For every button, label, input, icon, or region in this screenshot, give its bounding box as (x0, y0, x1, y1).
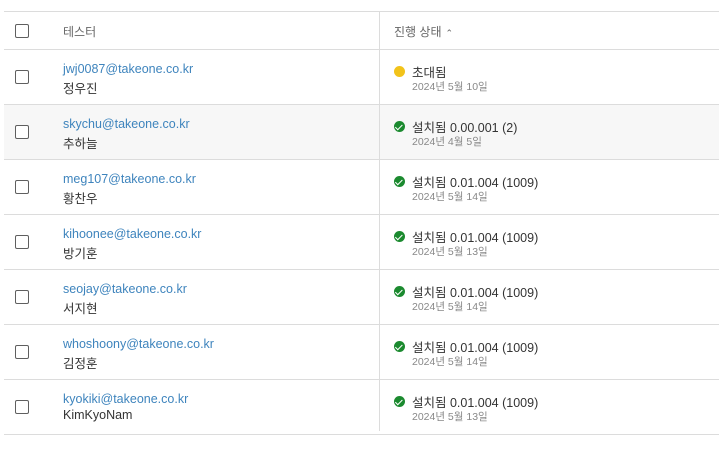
column-divider (379, 11, 380, 431)
column-header-status-label: 진행 상태 (394, 25, 442, 39)
row-checkbox[interactable] (15, 290, 29, 304)
row-checkbox[interactable] (15, 125, 29, 139)
table-row[interactable]: meg107@takeone.co.kr 황찬우 설치됨 0.01.004 (100… (4, 160, 719, 215)
status-date: 2024년 4월 5일 (412, 136, 482, 148)
tester-name: 김정훈 (63, 357, 98, 371)
select-all-checkbox[interactable] (15, 24, 29, 38)
table-body: jwj0087@takeone.co.kr 정우진 초대됨 2024년 5월 10일 s… (4, 50, 719, 435)
chevron-up-icon: ⌃ (445, 28, 454, 38)
tester-name: 황찬우 (63, 192, 98, 206)
table-row[interactable]: kyokiki@takeone.co.kr KimKyoNam 설치됨 0.01.0… (4, 380, 719, 435)
invited-dot-icon (394, 66, 405, 77)
status-date: 2024년 5월 10일 (412, 81, 488, 93)
table-row[interactable]: skychu@takeone.co.kr 추하늘 설치됨 0.00.001 (2) 2… (4, 105, 719, 160)
tester-name: KimKyoNam (63, 408, 133, 422)
tester-name: 정우진 (63, 82, 98, 96)
status-date: 2024년 5월 14일 (412, 191, 488, 203)
tester-email[interactable]: whoshoony@takeone.co.kr (63, 337, 214, 351)
check-circle-icon (394, 176, 405, 187)
row-checkbox[interactable] (15, 345, 29, 359)
row-checkbox[interactable] (15, 235, 29, 249)
table-row[interactable]: seojay@takeone.co.kr 서지현 설치됨 0.01.004 (100… (4, 270, 719, 325)
table-row[interactable]: jwj0087@takeone.co.kr 정우진 초대됨 2024년 5월 10일 (4, 50, 719, 105)
tester-email[interactable]: meg107@takeone.co.kr (63, 172, 196, 186)
table-row[interactable]: whoshoony@takeone.co.kr 김정훈 설치됨 0.01.004 (… (4, 325, 719, 380)
column-header-status[interactable]: 진행 상태 ⌃ (394, 23, 453, 40)
tester-email[interactable]: kihoonee@takeone.co.kr (63, 227, 201, 241)
tester-name: 방기훈 (63, 247, 98, 261)
column-header-tester[interactable]: 테스터 (63, 23, 96, 40)
row-checkbox[interactable] (15, 400, 29, 414)
tester-name: 추하늘 (63, 137, 98, 151)
table-header: 테스터 진행 상태 ⌃ (4, 11, 719, 50)
tester-email[interactable]: seojay@takeone.co.kr (63, 282, 187, 296)
status-date: 2024년 5월 14일 (412, 356, 488, 368)
status-date: 2024년 5월 14일 (412, 301, 488, 313)
check-circle-icon (394, 286, 405, 297)
tester-email[interactable]: kyokiki@takeone.co.kr (63, 392, 188, 406)
tester-email[interactable]: jwj0087@takeone.co.kr (63, 62, 193, 76)
status-date: 2024년 5월 13일 (412, 411, 488, 423)
testers-table: 테스터 진행 상태 ⌃ jwj0087@takeone.co.kr 정우진 초대됨 20… (4, 11, 719, 435)
check-circle-icon (394, 231, 405, 242)
tester-email[interactable]: skychu@takeone.co.kr (63, 117, 190, 131)
check-circle-icon (394, 121, 405, 132)
status-date: 2024년 5월 13일 (412, 246, 488, 258)
check-circle-icon (394, 341, 405, 352)
check-circle-icon (394, 396, 405, 407)
row-checkbox[interactable] (15, 180, 29, 194)
row-checkbox[interactable] (15, 70, 29, 84)
table-row[interactable]: kihoonee@takeone.co.kr 방기훈 설치됨 0.01.004 (1… (4, 215, 719, 270)
tester-name: 서지현 (63, 302, 98, 316)
